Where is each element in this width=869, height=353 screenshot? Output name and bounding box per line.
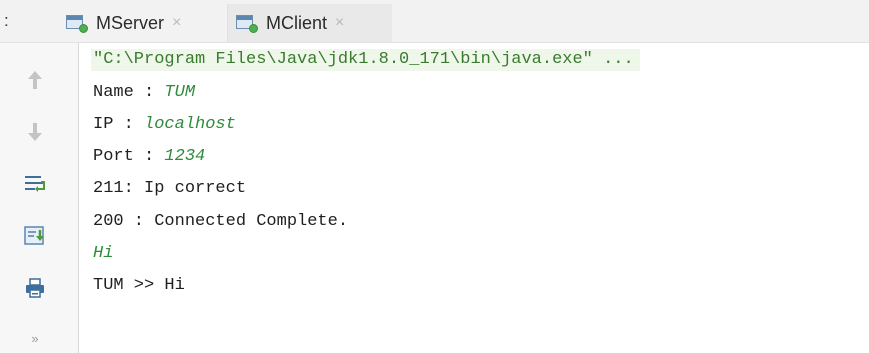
name-prompt: Name :	[93, 83, 165, 102]
port-prompt: Port :	[93, 147, 165, 166]
tab-mclient[interactable]: MClient ×	[228, 4, 392, 42]
run-config-icon	[66, 13, 88, 33]
tab-label: MServer	[96, 12, 165, 33]
down-arrow-icon[interactable]	[22, 119, 48, 145]
up-arrow-icon[interactable]	[22, 67, 48, 93]
print-icon[interactable]	[22, 275, 48, 301]
ip-prompt: IP :	[93, 115, 145, 134]
close-icon[interactable]: ×	[335, 14, 344, 32]
port-line: Port : 1234	[93, 146, 205, 168]
soft-wrap-icon[interactable]	[22, 171, 48, 197]
connected-line: 200 : Connected Complete.	[93, 212, 349, 231]
tab-bar-prefix: :	[4, 11, 9, 30]
tab-label: MClient	[266, 12, 328, 33]
close-icon[interactable]: ×	[172, 14, 181, 32]
scroll-to-end-icon[interactable]	[22, 223, 48, 249]
echo-line: TUM >> Hi	[93, 276, 185, 295]
ip-input-value: localhost	[144, 115, 236, 134]
console-output[interactable]: "C:\Program Files\Java\jdk1.8.0_171\bin\…	[79, 43, 869, 353]
more-icon[interactable]: »	[22, 325, 48, 351]
ip-line: IP : localhost	[93, 114, 236, 136]
run-config-icon	[236, 13, 258, 33]
run-tab-bar: : MServer × MClient ×	[0, 0, 869, 43]
name-line: Name : TUM	[93, 82, 195, 104]
console-toolbar: »	[0, 43, 79, 353]
hi-input-line: Hi	[93, 244, 114, 263]
tab-mserver[interactable]: MServer ×	[58, 4, 228, 42]
command-line: "C:\Program Files\Java\jdk1.8.0_171\bin\…	[91, 49, 640, 71]
port-input-value: 1234	[164, 147, 206, 166]
ip-correct-line: 211: Ip correct	[93, 179, 247, 198]
name-input-value: TUM	[164, 83, 196, 102]
